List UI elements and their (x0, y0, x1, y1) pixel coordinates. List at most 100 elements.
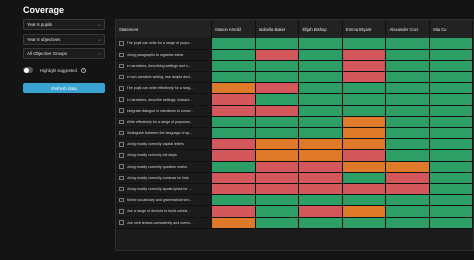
row-checkbox[interactable] (119, 86, 124, 91)
coverage-cell-green[interactable] (429, 205, 473, 218)
coverage-cell-green[interactable] (298, 60, 343, 73)
coverage-cell-green[interactable] (211, 49, 256, 61)
coverage-cell-green[interactable] (255, 93, 300, 106)
coverage-cell-red[interactable] (342, 60, 387, 73)
coverage-cell-green[interactable] (255, 194, 300, 207)
pupil-column-header[interactable]: Elijah Bishop (298, 20, 343, 38)
pupil-column-header[interactable]: Alexander Cruz (385, 20, 431, 38)
coverage-cell-green[interactable] (385, 149, 431, 162)
coverage-cell-green[interactable] (385, 82, 431, 95)
coverage-cell-red[interactable] (298, 172, 343, 184)
coverage-cell-green[interactable] (385, 49, 431, 61)
row-checkbox[interactable] (119, 108, 124, 113)
row-checkbox[interactable] (119, 52, 124, 58)
coverage-cell-green[interactable] (298, 71, 343, 84)
objective-groups-select[interactable]: All Objective Groups ⌵ (23, 48, 105, 59)
coverage-cell-green[interactable] (385, 71, 431, 84)
coverage-cell-red[interactable] (255, 105, 300, 117)
coverage-cell-red[interactable] (255, 161, 300, 173)
coverage-cell-orange[interactable] (342, 205, 387, 218)
pupils-select[interactable]: Year 6 pupils ⌵ (23, 19, 105, 30)
coverage-cell-green[interactable] (211, 194, 256, 207)
coverage-cell-red[interactable] (342, 183, 387, 196)
coverage-cell-green[interactable] (342, 93, 387, 106)
coverage-cell-orange[interactable] (298, 138, 343, 151)
coverage-cell-green[interactable] (211, 116, 256, 129)
coverage-cell-green[interactable] (429, 138, 473, 151)
coverage-cell-red[interactable] (211, 105, 256, 117)
coverage-cell-green[interactable] (429, 116, 473, 129)
pupil-column-header[interactable]: Mia Cu (429, 20, 473, 38)
coverage-cell-red[interactable] (211, 172, 256, 184)
statement-column-header[interactable]: Statement (116, 20, 213, 38)
coverage-cell-red[interactable] (342, 149, 387, 162)
coverage-cell-green[interactable] (429, 183, 473, 196)
coverage-cell-red[interactable] (298, 205, 343, 218)
coverage-cell-red[interactable] (211, 205, 256, 218)
refresh-data-button[interactable]: Refresh data (23, 83, 105, 93)
coverage-cell-green[interactable] (385, 205, 431, 218)
row-checkbox[interactable] (119, 153, 124, 158)
row-checkbox[interactable] (119, 142, 124, 147)
coverage-cell-green[interactable] (429, 172, 473, 184)
coverage-cell-red[interactable] (255, 49, 300, 61)
coverage-cell-green[interactable] (298, 127, 343, 140)
coverage-cell-red[interactable] (211, 183, 256, 196)
objectives-select[interactable]: Year 6 objectives ⌵ (23, 34, 105, 45)
coverage-cell-green[interactable] (429, 82, 473, 95)
coverage-cell-green[interactable] (255, 71, 300, 84)
coverage-cell-green[interactable] (255, 38, 300, 50)
row-checkbox[interactable] (119, 186, 124, 192)
coverage-cell-red[interactable] (255, 82, 300, 95)
coverage-cell-green[interactable] (298, 93, 343, 106)
coverage-cell-green[interactable] (255, 205, 300, 218)
coverage-cell-green[interactable] (211, 38, 256, 50)
coverage-cell-green[interactable] (385, 38, 431, 50)
coverage-cell-orange[interactable] (342, 138, 387, 151)
row-checkbox[interactable] (119, 130, 124, 136)
row-checkbox[interactable] (119, 97, 124, 102)
pupil-column-header[interactable]: Isobella Baker (255, 20, 300, 38)
coverage-cell-green[interactable] (385, 127, 431, 140)
row-checkbox[interactable] (119, 74, 124, 80)
coverage-cell-green[interactable] (429, 49, 473, 61)
coverage-cell-green[interactable] (255, 116, 300, 129)
coverage-cell-orange[interactable] (385, 161, 431, 173)
coverage-cell-green[interactable] (298, 217, 343, 229)
row-checkbox[interactable] (119, 175, 124, 181)
coverage-cell-green[interactable] (385, 60, 431, 73)
coverage-cell-green[interactable] (429, 127, 473, 140)
highlight-suggested-toggle[interactable] (23, 67, 33, 73)
coverage-cell-green[interactable] (429, 217, 473, 229)
pupil-column-header[interactable]: Mason Arnold (211, 20, 256, 38)
coverage-cell-green[interactable] (211, 60, 256, 73)
coverage-cell-green[interactable] (385, 194, 431, 207)
coverage-cell-green[interactable] (342, 82, 387, 95)
coverage-cell-green[interactable] (342, 194, 387, 207)
coverage-cell-red[interactable] (298, 183, 343, 196)
coverage-cell-green[interactable] (298, 116, 343, 129)
coverage-cell-green[interactable] (385, 93, 431, 106)
coverage-cell-green[interactable] (298, 105, 343, 117)
coverage-cell-green[interactable] (429, 60, 473, 73)
coverage-cell-green[interactable] (385, 217, 431, 229)
info-icon[interactable]: i (80, 67, 86, 73)
coverage-cell-green[interactable] (211, 127, 256, 140)
row-checkbox[interactable] (119, 209, 124, 214)
coverage-cell-orange[interactable] (211, 82, 256, 95)
coverage-cell-red[interactable] (211, 138, 256, 151)
coverage-cell-green[interactable] (429, 105, 473, 117)
coverage-cell-orange[interactable] (342, 116, 387, 129)
coverage-cell-red[interactable] (211, 149, 256, 162)
coverage-cell-green[interactable] (255, 127, 300, 140)
coverage-cell-green[interactable] (429, 149, 473, 162)
coverage-cell-red[interactable] (342, 71, 387, 84)
coverage-cell-green[interactable] (255, 60, 300, 73)
coverage-cell-orange[interactable] (342, 161, 387, 173)
coverage-cell-red[interactable] (385, 183, 431, 196)
coverage-cell-green[interactable] (298, 49, 343, 61)
row-checkbox[interactable] (119, 164, 124, 169)
pupil-column-header[interactable]: Emma Bryant (342, 20, 387, 38)
coverage-cell-green[interactable] (211, 161, 256, 173)
coverage-cell-green[interactable] (342, 172, 387, 184)
